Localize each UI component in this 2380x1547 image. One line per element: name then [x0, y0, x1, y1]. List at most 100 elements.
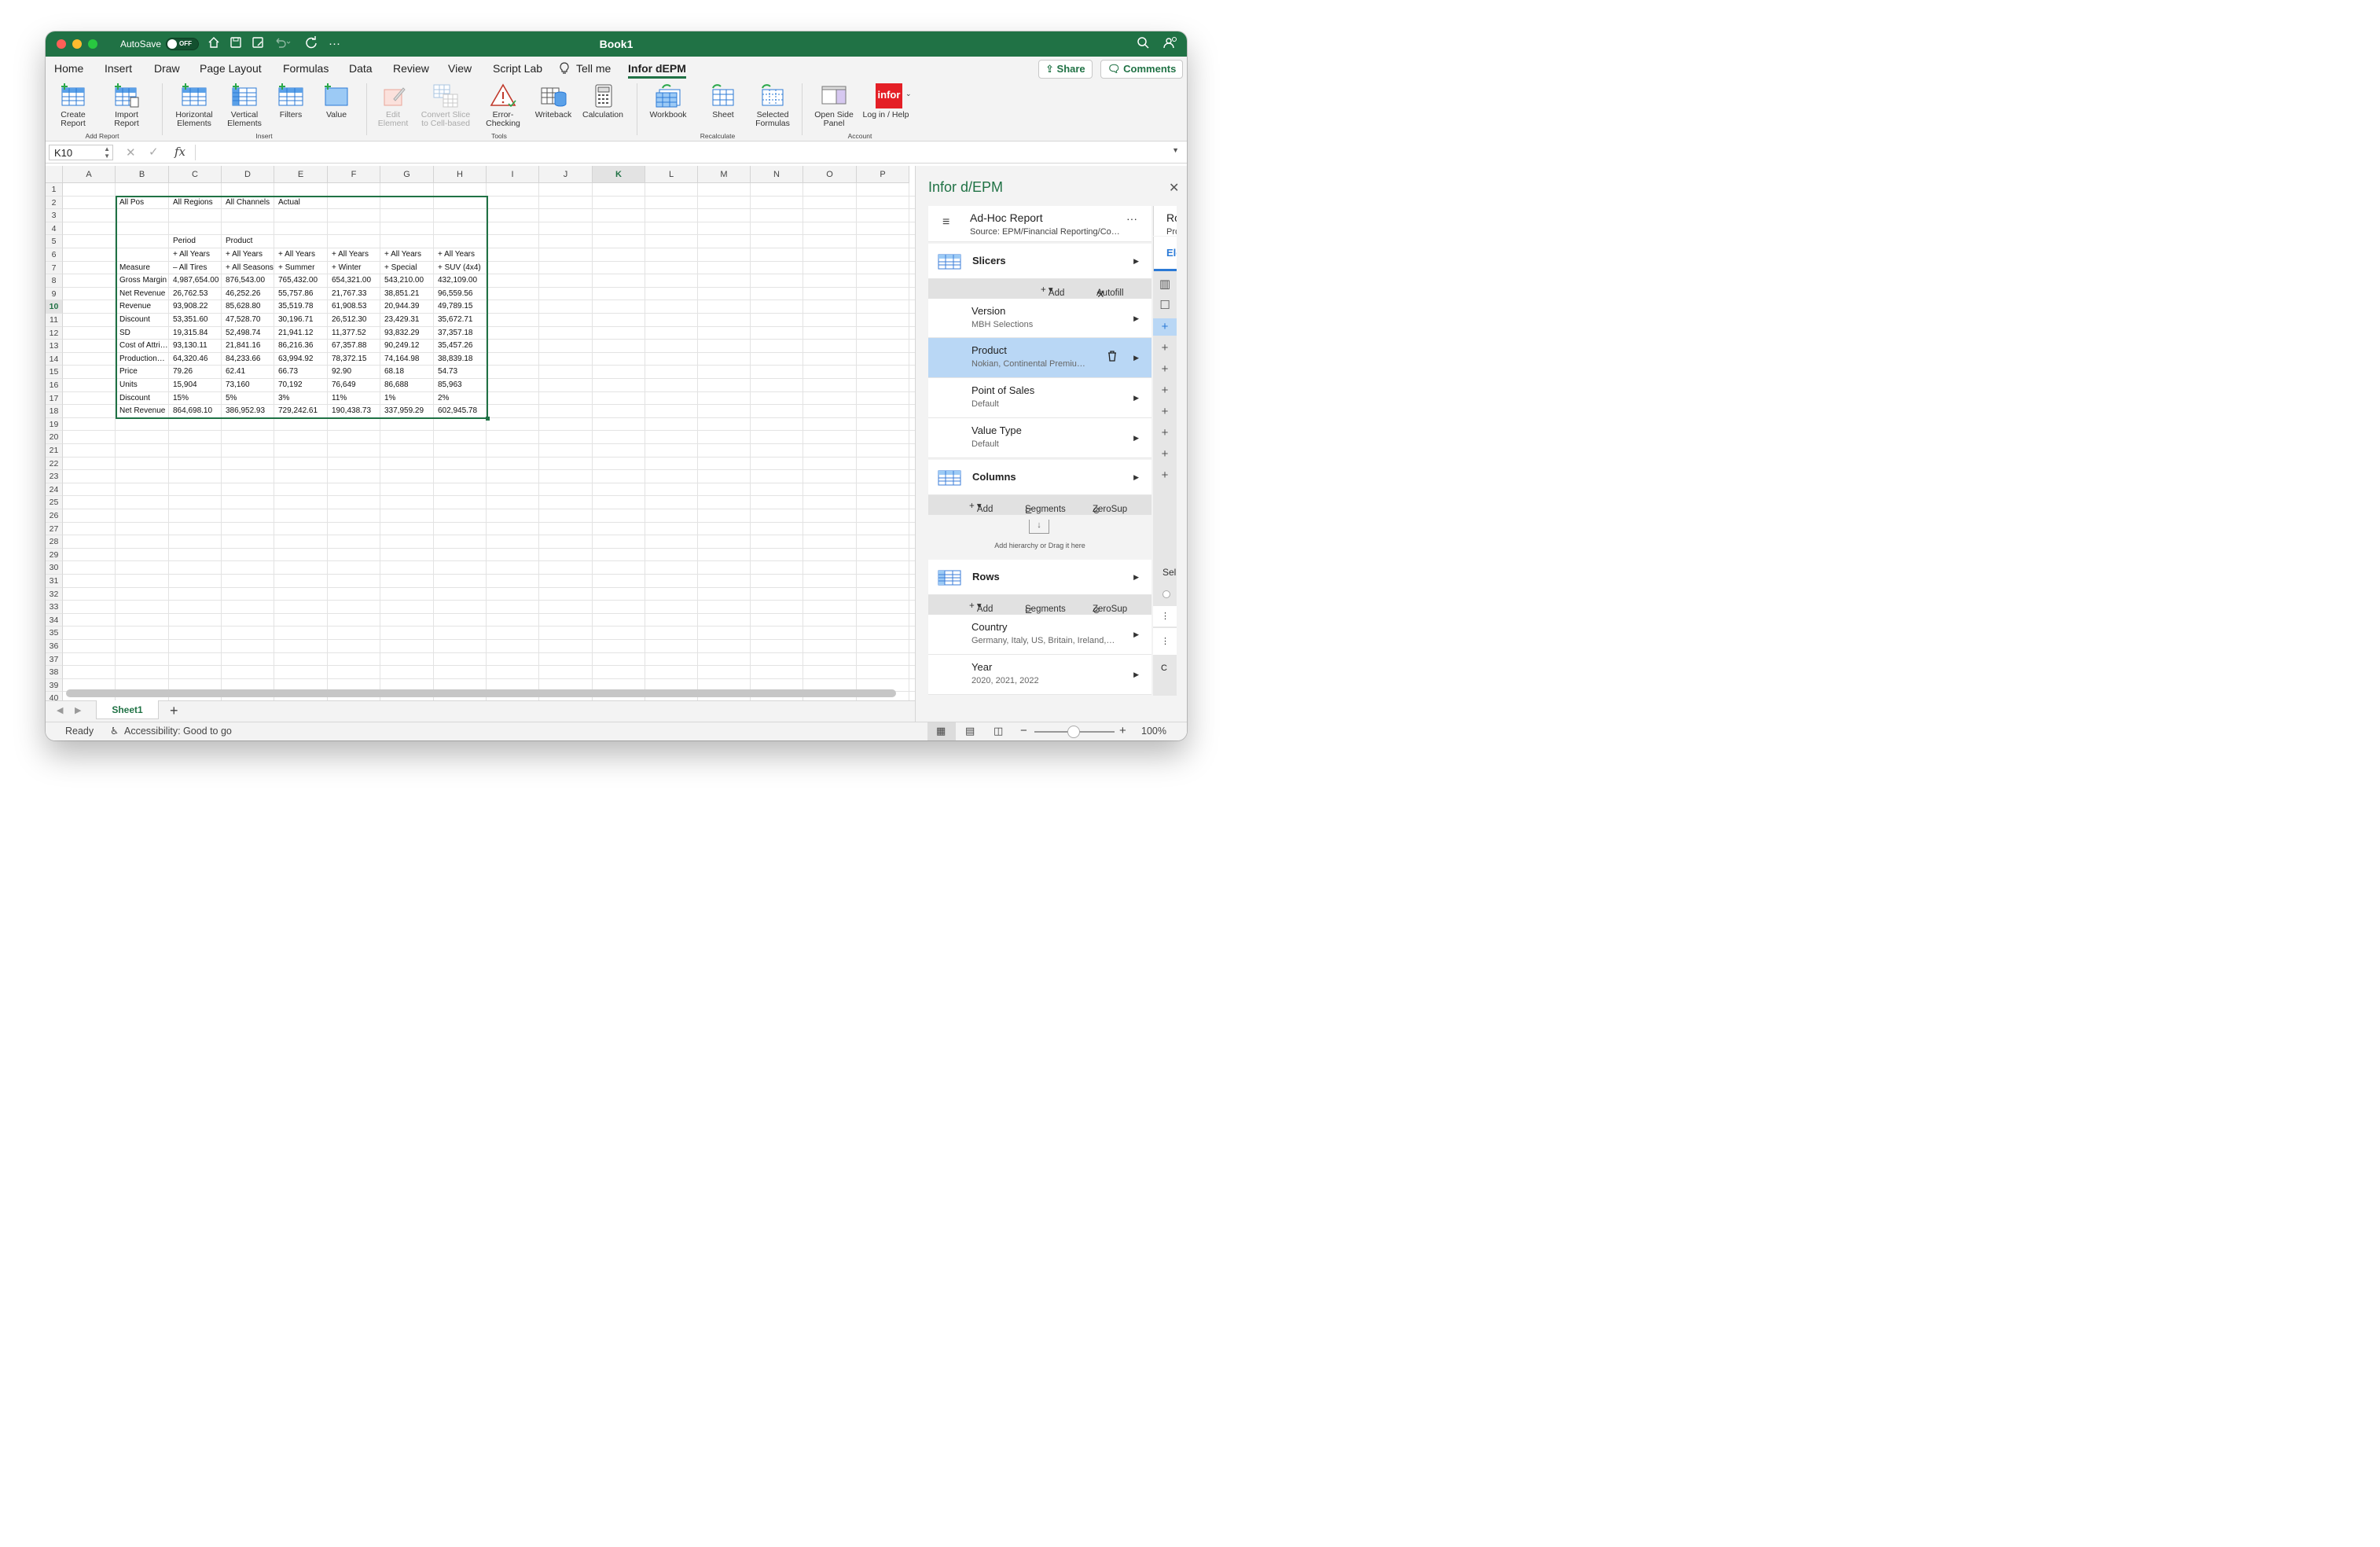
zoom-slider-handle[interactable] [1067, 726, 1080, 738]
plus-icon[interactable]: + [1153, 318, 1177, 336]
row-header-13[interactable]: 13 [46, 340, 63, 353]
column-header-a[interactable]: A [63, 166, 116, 183]
row-header-33[interactable]: 33 [46, 601, 63, 614]
row-header-28[interactable]: 28 [46, 535, 63, 549]
create-report-button[interactable]: Create Report [49, 83, 97, 128]
more-options-icon[interactable]: ··· [1126, 212, 1137, 225]
tab-page-layout[interactable]: Page Layout [200, 62, 262, 75]
columns-section-header[interactable]: Columns ▶ [928, 460, 1151, 495]
secondary-tab-peek[interactable]: Ele [1153, 237, 1177, 271]
login-help-button[interactable]: infor ⌄ Log in / Help [860, 83, 912, 119]
row-header-11[interactable]: 11 [46, 314, 63, 327]
columns-icon[interactable]: ▥ [1153, 276, 1177, 293]
accessibility-status[interactable]: Accessibility: Good to go [124, 726, 232, 737]
row-header-17[interactable]: 17 [46, 391, 63, 406]
hamburger-menu-icon[interactable]: ≡ [942, 215, 949, 230]
column-header-e[interactable]: E [274, 166, 328, 183]
column-header-c[interactable]: C [169, 166, 222, 183]
column-header-g[interactable]: G [380, 166, 434, 183]
select-all-corner[interactable] [46, 166, 63, 183]
search-icon[interactable] [1137, 36, 1149, 53]
slicers-add-button[interactable]: + Add ▾ [1041, 284, 1064, 298]
open-side-panel-button[interactable]: Open Side Panel [810, 83, 858, 128]
expand-columns-icon[interactable]: ▶ [1133, 473, 1139, 482]
chevron-right-icon[interactable]: ▶ [1133, 394, 1139, 402]
column-header-n[interactable]: N [751, 166, 803, 183]
sheet-tab-sheet1[interactable]: Sheet1 [96, 700, 159, 719]
writeback-button[interactable]: Writeback [530, 83, 577, 119]
plus-icon[interactable]: + [1153, 467, 1177, 484]
tab-infor-depm[interactable]: Infor dEPM [628, 62, 686, 79]
plus-icon[interactable]: + [1153, 446, 1177, 463]
row-header-26[interactable]: 26 [46, 509, 63, 523]
column-header-f[interactable]: F [328, 166, 380, 183]
recalculate-selected-formulas-button[interactable]: Selected Formulas [750, 83, 795, 128]
column-header-k[interactable]: K [593, 166, 645, 183]
import-report-button[interactable]: Import Report [102, 83, 151, 128]
row-header-24[interactable]: 24 [46, 483, 63, 497]
row-header-27[interactable]: 27 [46, 522, 63, 536]
horizontal-scrollbar[interactable] [66, 689, 896, 697]
columns-add-button[interactable]: + Add ▾ [969, 500, 993, 514]
calculation-button[interactable]: Calculation [578, 83, 627, 119]
name-box[interactable]: K10 ▲ ▼ [49, 145, 113, 160]
chevron-right-icon[interactable]: ▶ [1133, 630, 1139, 639]
tab-home[interactable]: Home [54, 62, 83, 75]
expand-rows-icon[interactable]: ▶ [1133, 573, 1139, 582]
row-header-32[interactable]: 32 [46, 587, 63, 601]
chevron-right-icon[interactable]: ▶ [1133, 671, 1139, 679]
plus-icon[interactable]: + [1153, 424, 1177, 442]
page-break-view-icon[interactable]: ◫ [994, 725, 1003, 737]
page-layout-view-icon[interactable]: ▤ [965, 725, 975, 737]
row-header-36[interactable]: 36 [46, 640, 63, 653]
spreadsheet-grid[interactable]: ABCDEFGHIJKLMNOP 1 2 3 4 5 6 7 8 9 10 11 12 13 14 15 16… [46, 166, 915, 700]
column-header-d[interactable]: D [222, 166, 274, 183]
zoom-out-icon[interactable]: − [1020, 724, 1027, 737]
slicers-section-header[interactable]: Slicers ▶ [928, 244, 1151, 279]
drag-handle-icon[interactable]: ⋮ C [1153, 628, 1177, 673]
tab-formulas[interactable]: Formulas [283, 62, 329, 75]
column-header-o[interactable]: O [803, 166, 857, 183]
row-header-10[interactable]: 10 [46, 300, 63, 314]
expand-slicers-icon[interactable]: ▶ [1133, 257, 1139, 266]
row-header-2[interactable]: 2 [46, 196, 63, 210]
close-pane-icon[interactable]: ✕ [1169, 180, 1179, 196]
plus-icon[interactable]: + [1153, 361, 1177, 378]
row-header-34[interactable]: 34 [46, 613, 63, 627]
row-header-31[interactable]: 31 [46, 575, 63, 588]
row-header-22[interactable]: 22 [46, 457, 63, 471]
tab-script-lab[interactable]: Script Lab [493, 62, 542, 75]
rows-add-button[interactable]: + Add ▾ [969, 600, 993, 614]
row-header-23[interactable]: 23 [46, 470, 63, 483]
row-header-39[interactable]: 39 [46, 678, 63, 693]
slicer-point-of-sales[interactable]: Point of Sales Default ▶ [928, 378, 1151, 418]
row-header-21[interactable]: 21 [46, 444, 63, 457]
square-icon[interactable]: ☐ [1153, 297, 1177, 314]
column-header-p[interactable]: P [857, 166, 909, 183]
column-header-h[interactable]: H [434, 166, 487, 183]
row-header-40[interactable]: 40 [46, 692, 63, 700]
row-header-25[interactable]: 25 [46, 496, 63, 509]
row-header-6[interactable]: 6 [46, 248, 63, 262]
column-header-l[interactable]: L [645, 166, 698, 183]
zoom-in-icon[interactable]: + [1119, 724, 1126, 737]
recalculate-sheet-button[interactable]: Sheet [701, 83, 745, 119]
column-header-m[interactable]: M [698, 166, 751, 183]
row-header-4[interactable]: 4 [46, 222, 63, 236]
tab-review[interactable]: Review [393, 62, 429, 75]
slicer-product[interactable]: Product Nokian, Continental Premiu… ▶ [928, 338, 1151, 378]
columns-drop-zone[interactable]: ↓ Add hierarchy or Drag it here [928, 515, 1151, 554]
error-checking-button[interactable]: Error- Checking [479, 83, 527, 128]
tab-insert[interactable]: Insert [105, 62, 132, 75]
filters-button[interactable]: Filters [269, 83, 313, 119]
row-header-30[interactable]: 30 [46, 561, 63, 575]
zoom-level[interactable]: 100% [1141, 726, 1166, 737]
comments-button[interactable]: 🗨 Comments [1100, 60, 1184, 79]
accept-formula-icon[interactable]: ✓ [149, 145, 159, 159]
row-header-19[interactable]: 19 [46, 417, 63, 432]
cancel-formula-icon[interactable]: ✕ [126, 145, 136, 160]
tab-tell-me[interactable]: Tell me [576, 62, 611, 75]
trash-icon[interactable] [1107, 351, 1117, 366]
row-header-9[interactable]: 9 [46, 287, 63, 301]
column-header-i[interactable]: I [487, 166, 539, 183]
